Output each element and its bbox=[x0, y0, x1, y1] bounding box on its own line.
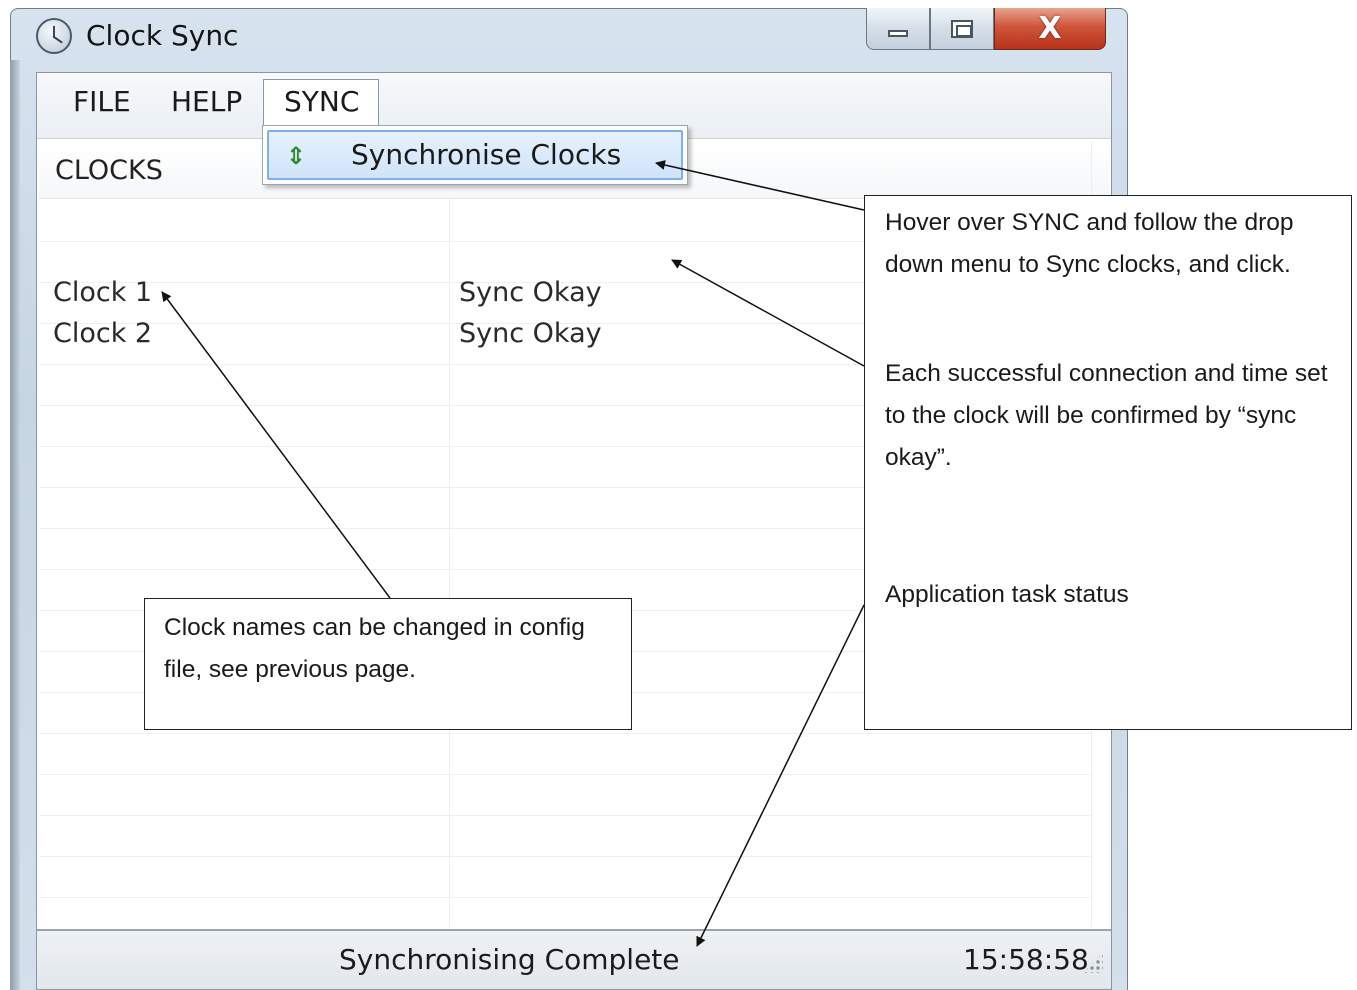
minimize-button[interactable] bbox=[866, 8, 930, 50]
synchronise-clocks-menu-item[interactable]: ⇕ Synchronise Clocks bbox=[267, 130, 683, 180]
clock-name-cell[interactable]: Clock 2 bbox=[53, 318, 152, 349]
window-border bbox=[10, 60, 20, 990]
synchronise-clocks-label: Synchronise Clocks bbox=[351, 138, 622, 171]
close-button[interactable]: X bbox=[994, 8, 1106, 50]
annotation-sync-instructions: Hover over SYNC and follow the drop down… bbox=[885, 209, 1294, 278]
maximize-icon bbox=[951, 19, 973, 38]
status-bar: Synchronising Complete 15:58:58 bbox=[37, 929, 1111, 989]
status-time: 15:58:58 bbox=[963, 943, 1089, 976]
clock-status-cell: Sync Okay bbox=[459, 277, 602, 308]
annotation-callout-left: Clock names can be changed in config fil… bbox=[144, 598, 632, 730]
close-icon: X bbox=[1038, 10, 1062, 46]
status-text: Synchronising Complete bbox=[339, 943, 680, 976]
maximize-button[interactable] bbox=[930, 8, 994, 50]
grid-line bbox=[39, 815, 1091, 816]
grid-line bbox=[39, 897, 1091, 898]
clock-status-cell: Sync Okay bbox=[459, 318, 602, 349]
column-header-clocks[interactable]: CLOCKS bbox=[55, 155, 163, 186]
annotation-task-status: Application task status bbox=[885, 581, 1129, 608]
clock-icon bbox=[36, 18, 72, 54]
window-title: Clock Sync bbox=[86, 19, 239, 52]
column-divider bbox=[449, 199, 450, 927]
annotation-callout-right: Hover over SYNC and follow the drop down… bbox=[864, 195, 1352, 730]
annotation-sync-okay: Each successful connection and time set … bbox=[885, 360, 1328, 471]
clock-name-cell[interactable]: Clock 1 bbox=[53, 277, 152, 308]
grid-line bbox=[39, 774, 1091, 775]
menu-help[interactable]: HELP bbox=[171, 83, 242, 131]
menu-file[interactable]: FILE bbox=[73, 83, 131, 131]
caption-buttons: X bbox=[866, 8, 1106, 50]
grid-line bbox=[39, 733, 1091, 734]
annotation-clock-names: Clock names can be changed in config fil… bbox=[164, 614, 585, 683]
minimize-icon bbox=[888, 30, 908, 37]
sync-arrows-icon: ⇕ bbox=[285, 142, 307, 170]
sync-dropdown-menu: ⇕ Synchronise Clocks bbox=[262, 125, 688, 185]
grid-line bbox=[39, 856, 1091, 857]
